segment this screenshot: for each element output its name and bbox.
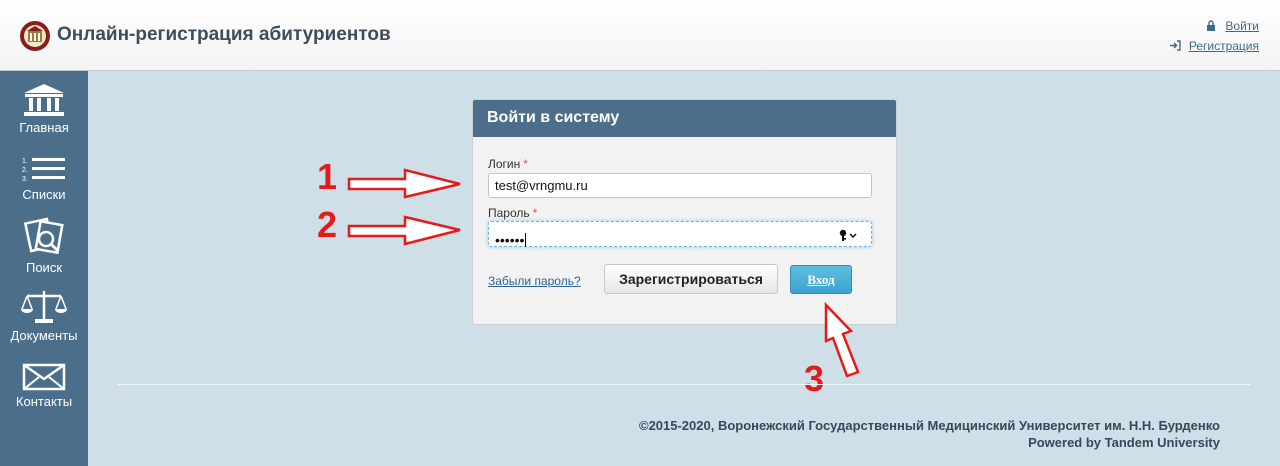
annotation-number-1: 1 (317, 156, 338, 197)
required-mark: * (523, 157, 528, 171)
password-label: Пароль * (488, 206, 537, 220)
password-label-text: Пароль (488, 206, 530, 220)
top-header: Онлайн-регистрация абитуриентов Войти Ре… (0, 0, 1280, 71)
password-manager-key-icon[interactable] (839, 228, 859, 242)
svg-text:2.: 2. (22, 167, 28, 174)
login-panel-title: Войти в систему (473, 100, 896, 137)
password-input[interactable] (488, 221, 872, 247)
app-title: Онлайн-регистрация абитуриентов (57, 24, 391, 45)
lock-icon (1205, 20, 1217, 32)
login-input[interactable] (488, 173, 872, 198)
sidebar-item-label: Поиск (25, 260, 63, 275)
sidebar-item-label: Главная (19, 120, 69, 135)
login-link-label[interactable]: Войти (1225, 19, 1259, 33)
login-label: Логин * (488, 157, 528, 171)
password-value: •••••• (495, 232, 527, 248)
login-button[interactable]: Вход (790, 265, 852, 294)
annotation-number-3: 3 (804, 358, 825, 399)
sidebar: Главная 1. 2. 3. Списки Поиск Документы … (0, 71, 88, 466)
register-button[interactable]: Зарегистрироваться (604, 264, 778, 294)
forgot-password-link[interactable]: Забыли пароль? (488, 274, 581, 288)
register-link-label[interactable]: Регистрация (1189, 39, 1259, 53)
footer-divider (118, 384, 1250, 385)
login-label-text: Логин (488, 157, 521, 171)
auth-links: Войти Регистрация (1169, 16, 1259, 56)
building-icon (24, 84, 64, 116)
footer-copyright: ©2015-2020, Воронежский Государственный … (638, 418, 1220, 433)
annotation-arrow-2 (347, 215, 461, 246)
sidebar-item-lists[interactable]: 1. 2. 3. Списки (0, 156, 88, 202)
search-documents-icon (24, 217, 64, 255)
sidebar-item-documents[interactable]: Документы (0, 289, 88, 343)
text-caret (525, 233, 527, 247)
university-logo-icon[interactable] (19, 19, 51, 53)
sign-in-icon (1169, 40, 1181, 52)
sidebar-item-label: Списки (22, 187, 66, 202)
envelope-icon (22, 363, 66, 391)
svg-text:1.: 1. (22, 158, 28, 165)
sidebar-item-search[interactable]: Поиск (0, 217, 88, 275)
list-icon: 1. 2. 3. (22, 158, 65, 183)
annotation-number-2: 2 (317, 204, 338, 245)
sidebar-item-contacts[interactable]: Контакты (0, 363, 88, 409)
svg-text:3.: 3. (22, 176, 28, 183)
scales-icon (21, 291, 67, 323)
sidebar-item-home[interactable]: Главная (0, 83, 88, 135)
register-link[interactable]: Регистрация (1169, 36, 1259, 55)
footer-powered-by: Powered by Tandem University (1028, 435, 1220, 450)
sidebar-item-label: Документы (10, 328, 78, 343)
sidebar-item-label: Контакты (15, 394, 73, 409)
footer: ©2015-2020, Воронежский Государственный … (639, 417, 1220, 451)
annotation-arrow-1 (347, 168, 461, 199)
login-link[interactable]: Войти (1169, 16, 1259, 35)
required-mark: * (532, 206, 538, 220)
password-masked-text: •••••• (495, 232, 525, 248)
login-panel: Войти в систему Логин* Пароль* •••••• За… (472, 99, 897, 325)
